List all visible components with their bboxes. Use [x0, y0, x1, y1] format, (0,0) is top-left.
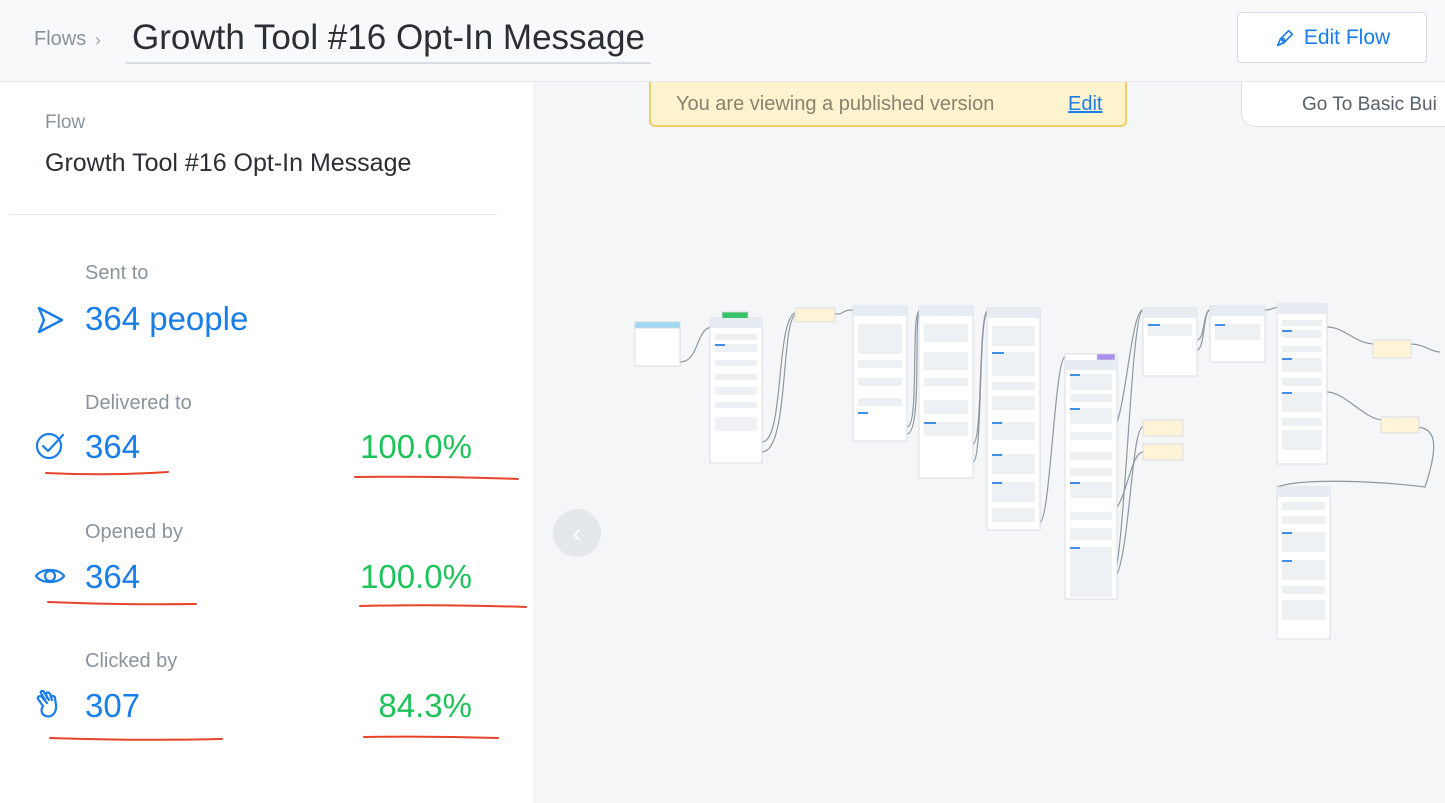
- pen-icon: [1276, 29, 1293, 46]
- page-title[interactable]: Growth Tool #16 Opt-In Message: [126, 18, 651, 64]
- top-header: Flows › Growth Tool #16 Opt-In Message E…: [0, 0, 1445, 82]
- flow-stats-sidebar: Flow Growth Tool #16 Opt-In Message Sent…: [0, 82, 535, 803]
- go-to-basic-builder-button[interactable]: Go To Basic Bui: [1241, 82, 1445, 127]
- published-version-banner: You are viewing a published version Edit: [649, 82, 1127, 127]
- breadcrumb-flows-link[interactable]: Flows: [34, 28, 86, 51]
- edit-flow-label: Edit Flow: [1303, 25, 1391, 49]
- edit-flow-button[interactable]: Edit Flow: [1237, 12, 1427, 63]
- published-banner-text: You are viewing a published version: [676, 93, 995, 115]
- annotation-underlines: [45, 471, 527, 741]
- chevron-left-icon: ‹: [572, 517, 582, 548]
- basic-builder-label: Go To Basic Bui: [1302, 94, 1437, 115]
- flow-canvas[interactable]: You are viewing a published version Edit…: [535, 82, 1445, 803]
- flow-diagram-minimap: [634, 303, 1441, 640]
- breadcrumb-separator: ›: [95, 30, 101, 50]
- collapse-sidebar-button[interactable]: ‹: [553, 509, 601, 557]
- banner-edit-link[interactable]: Edit: [1068, 93, 1102, 116]
